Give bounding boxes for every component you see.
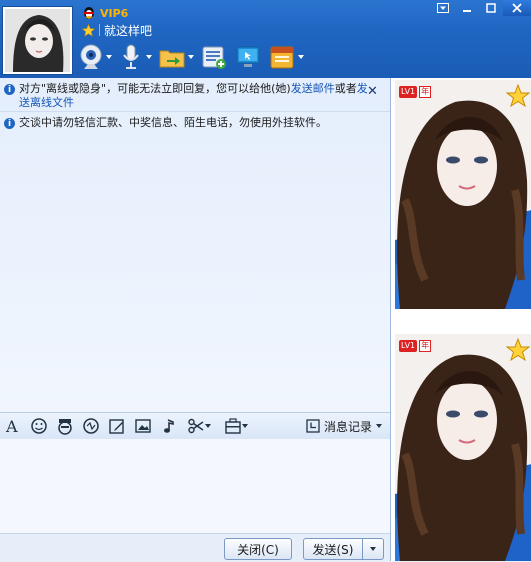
image-button[interactable] [130,414,156,438]
chevron-down-icon[interactable] [106,55,112,59]
chevron-down-icon [370,547,376,551]
emoji-button[interactable] [26,414,52,438]
maximize-icon[interactable] [479,0,503,16]
svg-text:A: A [5,417,18,435]
level-badge: LV1 年 [399,86,432,98]
chevron-down-icon[interactable] [205,424,211,428]
magic-emoji-button[interactable] [52,414,78,438]
level-tag: LV1 [399,340,418,352]
video-call-button[interactable] [78,43,112,71]
font-icon: A [5,417,18,435]
bottom-bar: 关闭(C) 发送(S) [0,533,390,562]
security-notice: i 交谈中请勿轻信汇款、中奖信息、陌生电话，勿使用外挂软件。 [4,116,374,130]
voice-call-button[interactable] [118,43,152,71]
app-box-icon [270,46,294,69]
contact-card-button[interactable] [200,43,228,71]
scissors-icon [188,418,204,434]
message-history-label: 消息记录 [323,419,372,434]
graffiti-button[interactable] [104,414,130,438]
chevron-down-icon[interactable] [146,55,152,59]
signature-divider [99,24,100,36]
friend-show-photo[interactable]: LV1 年 [395,80,531,309]
chevron-down-icon[interactable] [242,424,248,428]
info-icon: i [4,84,15,95]
info-icon: i [4,118,15,129]
message-history-button[interactable]: 消息记录 [306,413,382,439]
signature-text[interactable]: 就这样吧 [104,22,152,39]
minimize-icon[interactable] [455,0,479,16]
star-badge-icon [506,84,530,108]
message-input[interactable] [0,439,390,533]
year-tag: 年 [419,340,432,352]
signature-row: 就这样吧 [82,22,152,38]
vip-row: VIP6 [82,5,128,21]
star-level-icon [82,23,95,37]
image-icon [135,419,151,433]
file-transfer-icon [159,50,185,68]
notice-mid: 或者 [334,82,357,95]
qq-penguin-icon [84,7,94,19]
close-icon[interactable] [503,0,531,16]
screenshot-button[interactable] [182,414,216,438]
toolbox-button[interactable] [216,414,256,438]
toolbox-icon [225,418,241,434]
vip-badge: VIP6 [100,6,129,20]
format-toolbar: A 消息记录 [0,412,390,440]
shake-icon [83,418,99,434]
avatar[interactable] [3,7,72,74]
level-badge: LV1 年 [399,340,432,352]
chevron-down-icon[interactable] [188,55,194,59]
chevron-down-icon[interactable] [376,424,382,428]
close-notice-icon[interactable]: ✕ [367,84,378,99]
video-call-icon [80,44,102,69]
pencil-icon [109,419,124,434]
history-icon [306,419,320,433]
contact-card-icon [202,46,226,69]
remote-assist-button[interactable] [234,43,262,71]
send-options-button[interactable] [362,538,384,560]
shake-button[interactable] [78,414,104,438]
offline-notice-text: 对方"离线或隐身"，可能无法立即回复，您可以给他(她)发送邮件或者发送离线文件 [19,82,374,110]
magic-face-icon [58,419,72,435]
my-show-photo[interactable]: LV1 年 [395,334,531,561]
dropdown-menu-icon[interactable] [431,0,455,16]
remote-assist-icon [236,46,260,67]
music-icon [164,419,174,433]
send-button[interactable]: 发送(S) [303,538,363,560]
window-controls [431,0,531,16]
security-notice-text: 交谈中请勿轻信汇款、中奖信息、陌生电话，勿使用外挂软件。 [19,116,327,129]
year-tag: 年 [419,86,432,98]
star-badge-icon [506,338,530,362]
font-button[interactable]: A [0,414,26,438]
notice-prefix: 对方"离线或隐身"，可能无法立即回复，您可以给他(她) [19,82,291,95]
chat-header: VIP6 就这样吧 [0,0,531,78]
chat-history[interactable]: i 对方"离线或隐身"，可能无法立即回复，您可以给他(她)发送邮件或者发送离线文… [0,78,390,412]
close-button[interactable]: 关闭(C) [224,538,292,560]
file-transfer-button[interactable] [158,43,194,71]
send-email-link[interactable]: 发送邮件 [291,82,335,95]
level-tag: LV1 [399,86,418,98]
chat-toolbar [78,40,304,74]
voice-call-icon [123,44,139,69]
music-button[interactable] [156,414,182,438]
chevron-down-icon[interactable] [298,55,304,59]
notice-divider [0,111,390,112]
app-box-button[interactable] [268,43,304,71]
show-panel: LV1 年 LV1 年 [390,78,531,561]
offline-notice: i 对方"离线或隐身"，可能无法立即回复，您可以给他(她)发送邮件或者发送离线文… [4,82,374,110]
emoji-icon [31,418,47,434]
